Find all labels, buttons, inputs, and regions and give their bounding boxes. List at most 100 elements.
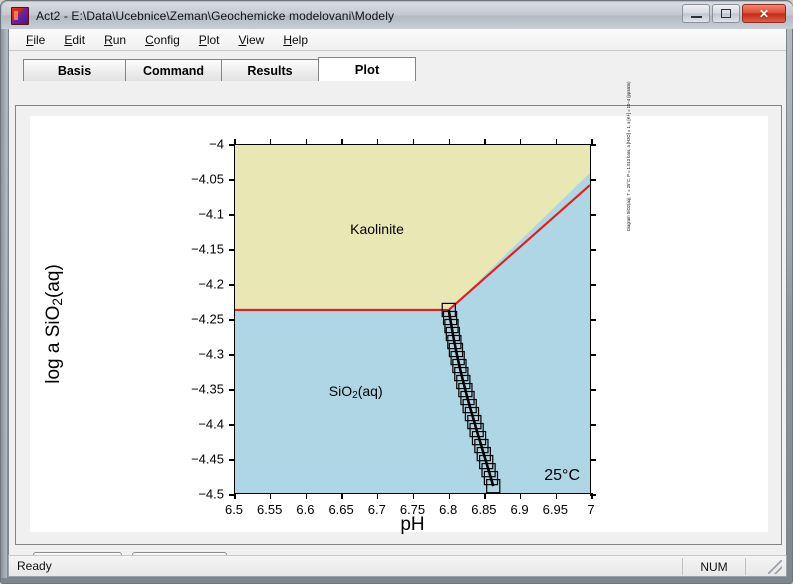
y-tick-label: −4.25 — [191, 311, 224, 327]
app-window: Act2 - E:\Data\Ucebnice\Zeman\Geochemick… — [0, 0, 793, 584]
y-tick-label: −4.4 — [198, 416, 224, 432]
y-tick — [229, 284, 235, 286]
x-tick-top — [519, 139, 522, 145]
plot-tab-page: log a SiO2(aq) pH Diagram SiO2(aq), T = … — [15, 81, 782, 545]
boundary-diagonal — [448, 184, 591, 311]
region-label-kaolinite: Kaolinite — [350, 220, 404, 237]
x-tick-top — [484, 139, 486, 145]
region-label-sio2: SiO2(aq) — [328, 382, 383, 402]
window-controls: ✕ — [682, 4, 786, 23]
x-tick — [484, 493, 486, 499]
x-tick-label: 6.7 — [367, 502, 386, 517]
x-tick-top — [412, 139, 415, 145]
x-tick — [555, 493, 557, 499]
y-tick-right — [590, 319, 596, 321]
y-tick-right — [590, 179, 596, 181]
temperature-annotation: 25°C — [544, 467, 580, 484]
x-tick — [377, 493, 379, 499]
menu-edit[interactable]: Edit — [55, 31, 94, 49]
maximize-button[interactable] — [712, 4, 740, 23]
y-tick-label: −4.35 — [191, 381, 224, 397]
menu-run[interactable]: Run — [95, 31, 135, 49]
x-tick-label: 6.55 — [257, 502, 283, 517]
title-bar: Act2 - E:\Data\Ucebnice\Zeman\Geochemick… — [2, 2, 793, 29]
diagram-annotation: Diagram SiO2(aq), T = 25°C, P = 1.013 ba… — [626, 81, 631, 231]
x-tick-label: 6.9 — [510, 502, 529, 517]
x-tick-label: 6.6 — [296, 502, 315, 517]
y-tick-right — [590, 284, 596, 286]
x-tick — [234, 493, 236, 499]
y-tick-label: −4.05 — [191, 171, 224, 187]
maximize-icon — [721, 9, 731, 18]
x-tick-label: 6.5 — [224, 502, 244, 517]
y-tick — [229, 214, 235, 216]
y-tick-right — [590, 424, 596, 426]
y-tick-right — [590, 459, 596, 461]
menu-help[interactable]: Help — [274, 31, 317, 49]
status-message: Ready — [17, 559, 52, 573]
y-tick — [229, 319, 235, 321]
x-tick-label: 7 — [587, 502, 595, 517]
plot-vector-layer — [235, 184, 591, 494]
status-badge: NUM — [682, 558, 746, 575]
close-icon: ✕ — [758, 6, 770, 21]
minimize-button[interactable] — [682, 4, 710, 23]
window-left-border — [1, 29, 7, 578]
resize-grip-icon[interactable] — [768, 560, 782, 574]
plot-area[interactable]: Kaolinite SiO2(aq) 25°C — [229, 139, 596, 499]
x-tick — [448, 493, 450, 499]
x-tick-top — [555, 139, 557, 145]
y-tick-right — [590, 249, 596, 251]
reaction-path-markers — [441, 302, 501, 494]
tab-results[interactable]: Results — [221, 59, 319, 81]
tab-strip: Basis Command Results Plot — [15, 57, 782, 81]
y-tick — [229, 354, 235, 356]
y-tick-label: −4.1 — [198, 206, 224, 222]
y-tick — [229, 424, 235, 426]
x-tick — [591, 493, 593, 499]
plot-canvas[interactable]: log a SiO2(aq) pH Diagram SiO2(aq), T = … — [30, 81, 768, 535]
x-tick-top — [270, 139, 272, 145]
tab-basis[interactable]: Basis — [23, 59, 126, 81]
x-tick-top — [234, 139, 236, 145]
x-tick-label: 6.85 — [471, 502, 497, 517]
y-tick-label: −4.3 — [198, 346, 224, 362]
x-tick-top — [305, 139, 308, 145]
menu-config[interactable]: Config — [136, 31, 189, 49]
x-tick-label: 6.75 — [399, 502, 426, 517]
client-area: File Edit Run Config Plot View Help Basi… — [8, 29, 787, 578]
y-tick-right — [590, 354, 596, 356]
x-tick — [519, 493, 522, 499]
window-title: Act2 - E:\Data\Ucebnice\Zeman\Geochemick… — [36, 8, 395, 23]
y-tick — [229, 249, 235, 251]
x-tick-top — [448, 139, 450, 145]
y-tick-right — [590, 389, 596, 391]
x-tick-top — [591, 139, 593, 145]
act2-app-icon — [11, 6, 29, 25]
y-tick-label: −4 — [209, 136, 224, 152]
y-tick — [229, 389, 235, 391]
y-tick — [229, 179, 235, 181]
minimize-icon — [690, 15, 702, 18]
status-bar: Ready NUM — [8, 555, 787, 577]
x-tick — [412, 493, 415, 499]
x-tick — [305, 493, 308, 499]
y-tick-right — [590, 214, 596, 216]
tab-command[interactable]: Command — [125, 59, 222, 81]
x-tick-label: 6.8 — [439, 502, 458, 517]
y-tick — [229, 459, 235, 461]
menu-file[interactable]: File — [17, 31, 54, 49]
y-tick-label: −4.2 — [198, 276, 224, 292]
tab-plot[interactable]: Plot — [318, 57, 416, 81]
x-tick — [270, 493, 272, 499]
reaction-path-line — [447, 309, 495, 487]
y-tick-label: −4.15 — [191, 241, 224, 257]
menu-plot[interactable]: Plot — [190, 31, 229, 49]
menu-view[interactable]: View — [230, 31, 274, 49]
close-button[interactable]: ✕ — [742, 4, 786, 23]
y-tick-label: −4.5 — [198, 486, 224, 502]
x-tick-top — [341, 139, 343, 145]
x-tick — [341, 493, 343, 499]
x-axis-title: pH — [400, 514, 425, 535]
x-tick-label: 6.65 — [328, 502, 354, 517]
